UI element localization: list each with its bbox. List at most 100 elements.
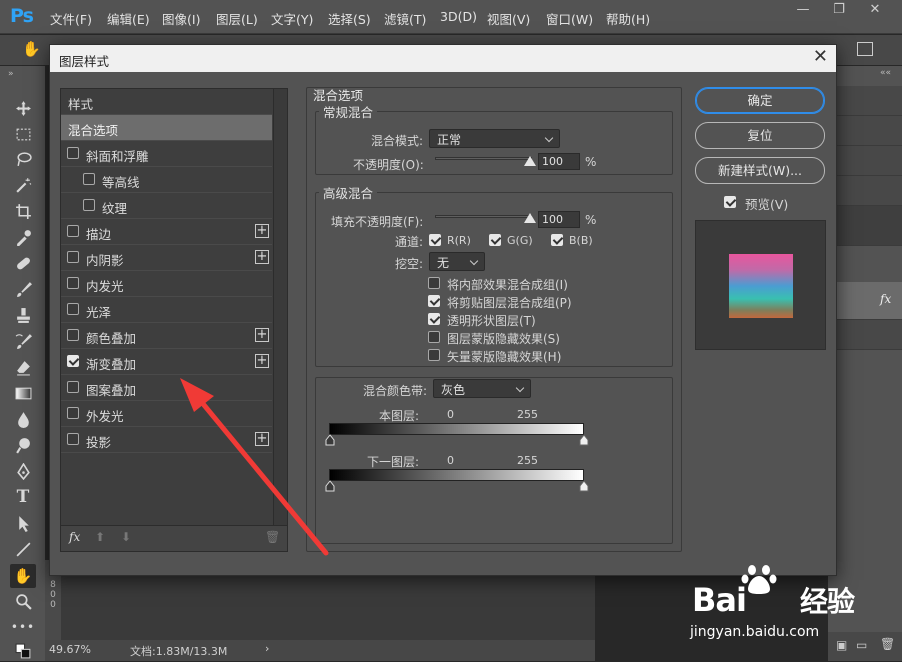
lasso-tool-icon[interactable] [10,148,36,170]
menu-item[interactable]: 选择(S) [328,9,371,28]
knockout-select[interactable]: 无 [429,252,485,271]
pen-tool-icon[interactable] [10,460,36,482]
advanced-option-checkbox[interactable] [428,331,440,343]
line-tool-icon[interactable] [10,538,36,560]
status-arrow-icon[interactable]: › [265,642,269,655]
style-checkbox[interactable] [67,381,79,393]
menu-item[interactable]: 图层(L) [216,9,258,28]
fill-opacity-slider-thumb[interactable] [524,213,536,223]
style-checkbox[interactable] [67,303,79,315]
style-list-item[interactable]: 斜面和浮雕 [61,141,272,167]
style-list-item[interactable]: 光泽 [61,297,272,323]
eraser-tool-icon[interactable] [10,356,36,378]
opacity-slider-thumb[interactable] [524,156,536,166]
advanced-option-checkbox[interactable] [428,277,440,289]
menu-item[interactable]: 3D(D) [440,9,477,24]
new-style-button[interactable]: 新建样式(W)... [695,157,825,184]
style-checkbox[interactable] [67,407,79,419]
style-list-item[interactable]: 等高线 [61,167,272,193]
this-layer-white-slider[interactable] [579,434,589,446]
style-list-item[interactable]: 内发光 [61,271,272,297]
workspace-icon[interactable] [857,42,873,56]
advanced-option-checkbox[interactable] [428,313,440,325]
style-list-item[interactable]: 颜色叠加 + [61,323,272,349]
minimize-icon[interactable]: — [792,2,814,20]
add-effect-icon[interactable]: + [255,250,269,264]
menu-item[interactable]: 窗口(W) [546,9,593,28]
preview-checkbox[interactable] [724,196,736,208]
channel-checkbox[interactable] [489,234,501,246]
more-tools-icon[interactable]: ••• [10,616,36,638]
advanced-option-checkbox[interactable] [428,295,440,307]
channel-checkbox[interactable] [551,234,563,246]
fill-opacity-slider[interactable] [435,215,532,218]
add-effect-icon[interactable]: + [255,354,269,368]
list-scrollbar[interactable] [273,89,287,525]
type-tool-icon[interactable]: T [10,486,36,508]
zoom-tool-icon[interactable] [10,590,36,612]
close-icon[interactable]: ✕ [813,48,828,66]
blend-if-select[interactable]: 灰色 [433,379,531,398]
style-list-item[interactable]: 内阴影 + [61,245,272,271]
eyedropper-tool-icon[interactable] [10,226,36,248]
underlying-black-slider[interactable] [325,480,335,492]
close-window-icon[interactable]: ✕ [864,2,886,20]
reset-button[interactable]: 复位 [695,122,825,149]
style-checkbox[interactable] [83,173,95,185]
style-list-item[interactable]: 图案叠加 [61,375,272,401]
hand-tool-icon[interactable]: ✋ [10,564,36,588]
preview-checkbox-row[interactable]: 预览(V) [724,193,824,213]
move-down-icon[interactable]: ⬇ [121,530,131,544]
marquee-tool-icon[interactable] [10,123,36,145]
menu-item[interactable]: 文字(Y) [271,9,313,28]
gradient-tool-icon[interactable] [10,382,36,404]
opacity-input[interactable]: 100 [538,153,580,170]
color-swatches-icon[interactable] [10,640,36,662]
move-up-icon[interactable]: ⬆ [95,530,105,544]
magic-wand-tool-icon[interactable] [10,174,36,196]
style-list-item[interactable]: 外发光 [61,401,272,427]
delete-icon[interactable]: 🗑 [265,530,280,544]
style-list-item[interactable]: 纹理 [61,193,272,219]
menu-item[interactable]: 编辑(E) [107,9,150,28]
menu-item[interactable]: 图像(I) [162,9,200,28]
move-tool-icon[interactable] [10,97,36,119]
underlying-gradient[interactable] [329,469,584,481]
style-list-item[interactable]: 描边 + [61,219,272,245]
this-layer-black-slider[interactable] [325,434,335,446]
menu-item[interactable]: 文件(F) [50,9,92,28]
opacity-slider[interactable] [435,157,532,160]
style-checkbox[interactable] [67,433,79,445]
brush-tool-icon[interactable] [10,278,36,300]
add-effect-icon[interactable]: + [255,328,269,342]
layer-row-selected[interactable]: fx [828,282,902,320]
hand-tool-option-icon[interactable]: ✋ [22,40,41,58]
dodge-tool-icon[interactable] [10,434,36,456]
stamp-tool-icon[interactable] [10,304,36,326]
style-list-item[interactable]: 投影 + [61,427,272,453]
path-selection-tool-icon[interactable] [10,512,36,534]
history-brush-tool-icon[interactable] [10,330,36,352]
menu-item[interactable]: 滤镜(T) [384,9,426,28]
collapse-chevron-icon[interactable]: » [8,69,14,79]
healing-brush-tool-icon[interactable] [10,252,36,274]
style-checkbox[interactable] [67,225,79,237]
style-checkbox[interactable] [83,199,95,211]
style-checkbox[interactable] [67,251,79,263]
menu-item[interactable]: 视图(V) [487,9,530,28]
menu-item[interactable]: 帮助(H) [606,9,650,28]
fill-opacity-input[interactable]: 100 [538,211,580,228]
this-layer-gradient[interactable] [329,423,584,435]
zoom-level[interactable]: 49.67% [49,643,91,656]
fx-menu-icon[interactable]: fx [69,530,80,544]
style-list-item[interactable]: 渐变叠加 + [61,349,272,375]
blend-mode-select[interactable]: 正常 [429,129,560,148]
channel-checkbox[interactable] [429,234,441,246]
style-checkbox[interactable] [67,277,79,289]
styles-header[interactable]: 样式 [61,89,272,115]
add-effect-icon[interactable]: + [255,432,269,446]
blur-tool-icon[interactable] [10,408,36,430]
list-item-blend-options[interactable]: 混合选项 [61,115,272,141]
crop-tool-icon[interactable] [10,200,36,222]
style-checkbox[interactable] [67,355,79,367]
